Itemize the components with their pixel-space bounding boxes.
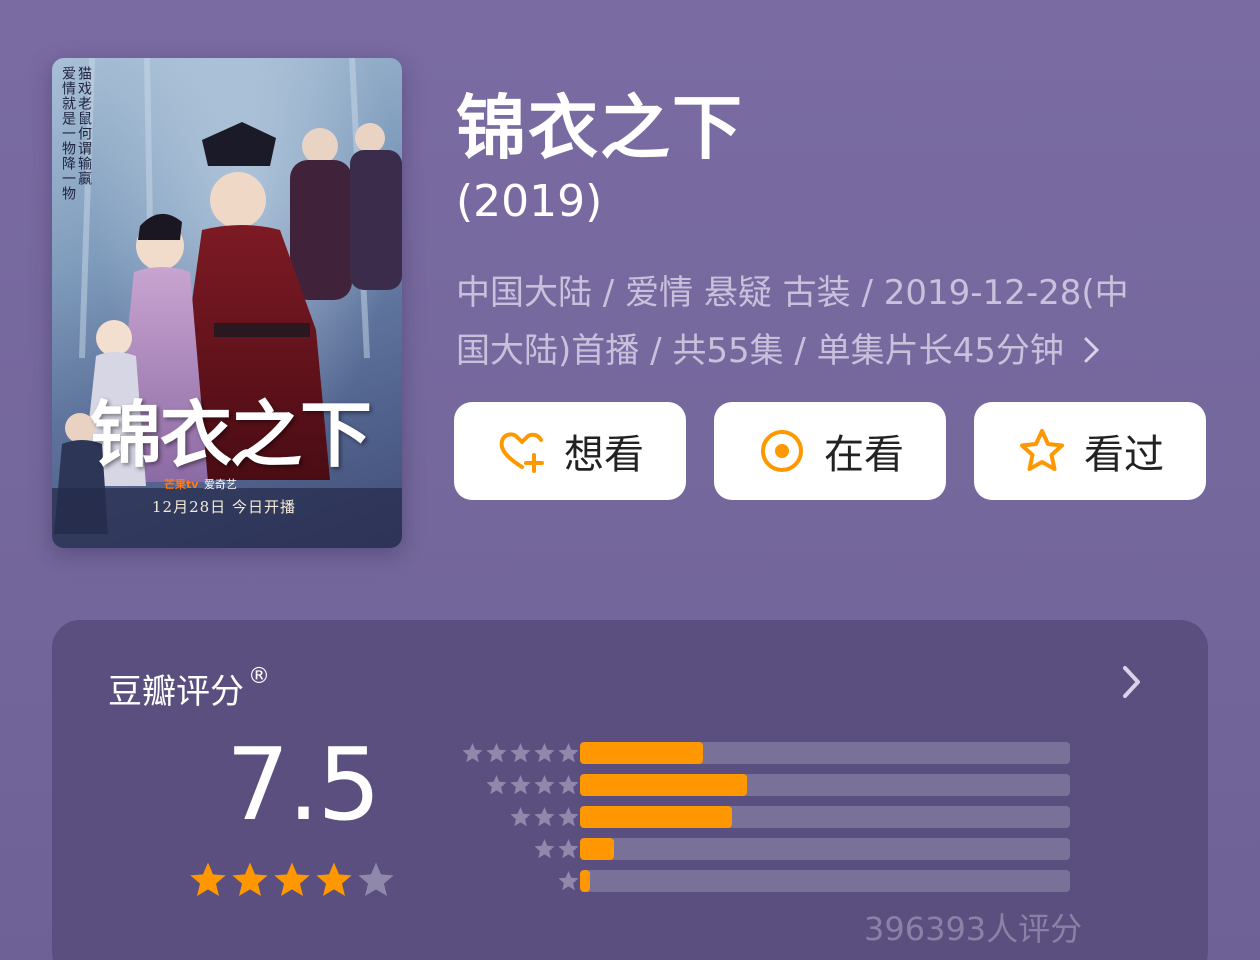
star-icon	[486, 774, 507, 795]
star-icon	[534, 838, 555, 859]
movie-title: 锦衣之下	[456, 87, 744, 169]
chevron-right-icon[interactable]	[1116, 658, 1148, 706]
distribution-row-2-star	[440, 834, 1140, 866]
distribution-bar-track	[580, 774, 1070, 796]
distribution-bar-fill	[580, 774, 747, 796]
distribution-stars	[533, 837, 580, 861]
target-circle-icon	[761, 430, 803, 472]
distribution-bar-track	[580, 806, 1070, 828]
poster-premiere-date: 12月28日 今日开播	[152, 498, 296, 516]
watching-button[interactable]: 在看	[714, 402, 946, 500]
meta-line-2-text: 国大陆)首播 / 共55集 / 单集片长45分钟	[456, 331, 1064, 371]
distribution-stars	[557, 869, 580, 893]
star-icon	[462, 742, 483, 763]
star-icon	[558, 806, 579, 827]
want-to-watch-button[interactable]: 想看	[454, 402, 686, 500]
star-filled-icon	[274, 862, 310, 896]
watching-label: 在看	[824, 432, 904, 478]
movie-year: (2019)	[456, 176, 603, 227]
star-outline-icon	[1020, 429, 1064, 471]
rating-label: 豆瓣评分 ®	[108, 664, 270, 712]
star-empty-icon	[358, 862, 394, 896]
star-icon	[534, 742, 555, 763]
star-icon	[558, 742, 579, 763]
watched-button[interactable]: 看过	[974, 402, 1206, 500]
star-icon	[534, 806, 555, 827]
star-icon	[558, 774, 579, 795]
watched-label: 看过	[1084, 432, 1164, 478]
star-icon	[510, 774, 531, 795]
distribution-row-3-star	[440, 802, 1140, 834]
distribution-bar-track	[580, 838, 1070, 860]
poster-image[interactable]: 猫戏老鼠何谓输赢 爱情就是一物降一物 锦衣之下 芒果tv 爱奇艺 12月28日 …	[52, 58, 402, 548]
movie-meta[interactable]: 中国大陆 / 爱情 悬疑 古装 / 2019-12-28(中 国大陆)首播 / …	[456, 264, 1216, 380]
star-icon	[486, 742, 507, 763]
distribution-stars	[461, 741, 580, 765]
rating-distribution	[440, 738, 1140, 898]
rating-count: 396393人评分	[864, 910, 1083, 948]
star-filled-icon	[232, 862, 268, 896]
distribution-bar-fill	[580, 742, 703, 764]
star-icon	[510, 742, 531, 763]
distribution-bar-fill	[580, 806, 732, 828]
rating-stars	[188, 860, 396, 900]
rating-score: 7.5	[226, 726, 381, 843]
chevron-right-icon[interactable]	[1070, 331, 1103, 371]
want-to-watch-label: 想看	[564, 432, 644, 478]
distribution-bar-fill	[580, 838, 615, 860]
distribution-row-1-star	[440, 866, 1140, 898]
poster-tagline: 猫戏老鼠何谓输赢 爱情就是一物降一物	[60, 66, 92, 201]
meta-line-1: 中国大陆 / 爱情 悬疑 古装 / 2019-12-28(中	[456, 273, 1129, 313]
distribution-bar-track	[580, 742, 1070, 764]
star-icon	[510, 806, 531, 827]
distribution-bar-fill	[580, 870, 590, 892]
star-icon	[534, 774, 555, 795]
star-filled-icon	[316, 862, 352, 896]
distribution-row-4-star	[440, 770, 1140, 802]
heart-plus-icon	[499, 432, 544, 473]
movie-detail-page: 猫戏老鼠何谓输赢 爱情就是一物降一物 锦衣之下 芒果tv 爱奇艺 12月28日 …	[0, 0, 1260, 960]
distribution-stars	[485, 773, 580, 797]
registered-mark: ®	[248, 664, 270, 689]
distribution-row-5-star	[440, 738, 1140, 770]
meta-line-2: 国大陆)首播 / 共55集 / 单集片长45分钟	[456, 322, 1216, 380]
poster-title-calligraphy: 锦衣之下	[90, 392, 372, 477]
distribution-stars	[509, 805, 580, 829]
poster-streaming-logos: 芒果tv 爱奇艺	[164, 478, 237, 491]
distribution-bar-track	[580, 870, 1070, 892]
star-filled-icon	[190, 862, 226, 896]
star-icon	[558, 838, 579, 859]
star-icon	[558, 870, 579, 891]
rating-card[interactable]: 豆瓣评分 ® 7.5 396393人评分	[52, 620, 1208, 960]
